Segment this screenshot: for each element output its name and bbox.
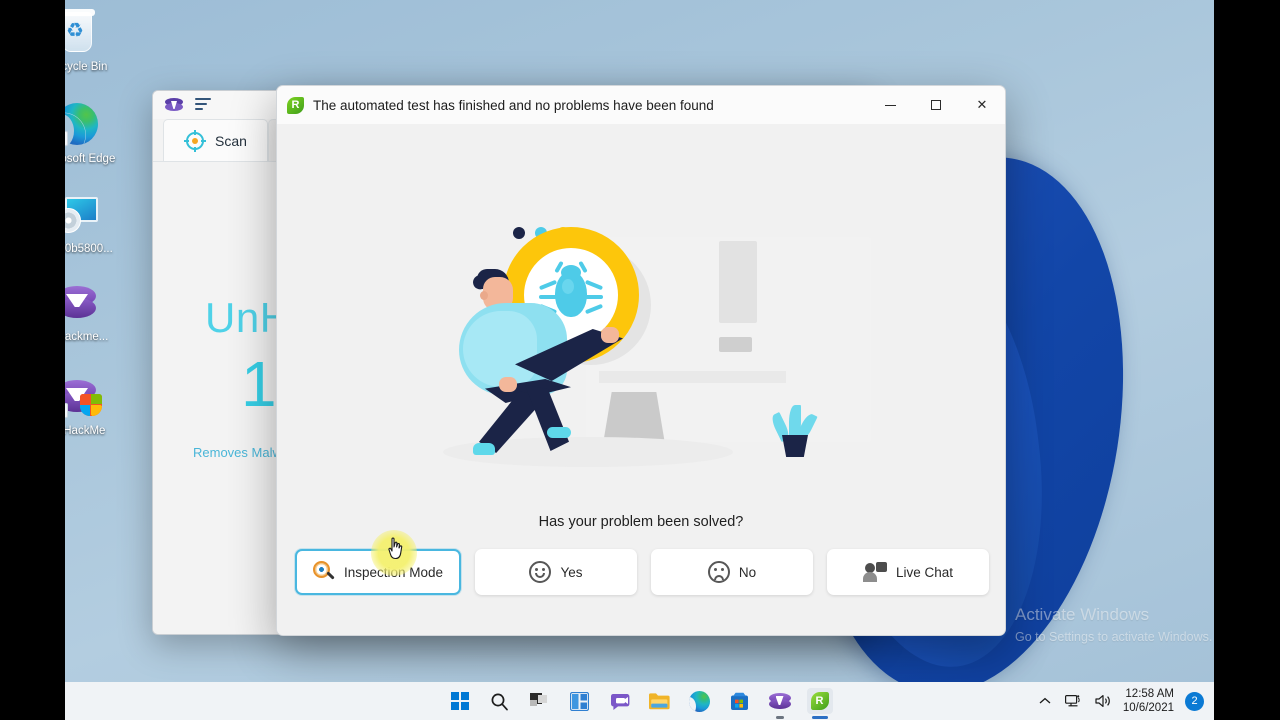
desktop-icon-label: UnHackMe [65, 425, 106, 437]
inspection-magnifier-icon [312, 561, 335, 583]
monitor-bar-short [719, 337, 752, 352]
activate-windows-watermark: Activate Windows Go to Settings to activ… [1015, 604, 1214, 648]
widgets-button[interactable] [567, 688, 593, 714]
edge-button[interactable] [687, 688, 713, 714]
desktop-icon-label: unhackme... [65, 331, 109, 343]
plant-illustration [769, 399, 819, 457]
task-view-button[interactable] [527, 688, 553, 714]
regrun-leaf-icon: R [287, 96, 304, 114]
dialog-title-bar[interactable]: R The automated test has finished and no… [277, 86, 1005, 124]
volume-icon[interactable] [1094, 692, 1112, 710]
watermark-subtitle: Go to Settings to activate Windows. [1015, 630, 1213, 644]
person-illustration [459, 267, 623, 467]
unhackme-installer-icon [65, 278, 101, 326]
desktop-icon-label: Recycle Bin [65, 61, 108, 73]
desktop-icon-label: Microsoft Edge [65, 153, 116, 165]
clock-date: 10/6/2021 [1122, 702, 1174, 714]
widgets-icon [570, 691, 589, 711]
live-chat-button[interactable]: Live Chat [827, 549, 989, 595]
unhackme-logo-icon [165, 98, 183, 112]
chat-button[interactable] [607, 688, 633, 714]
watermark-title: Activate Windows [1015, 605, 1150, 624]
tab-scan[interactable]: Scan [163, 119, 268, 161]
dialog-title-text: The automated test has finished and no p… [313, 97, 714, 113]
taskbar[interactable]: R 12:58 AM 10/6/2021 2 [65, 682, 1214, 720]
desktop-icon-recycle-bin[interactable]: ♻ Recycle Bin [65, 8, 120, 74]
system-tray: 12:58 AM 10/6/2021 2 [1036, 687, 1204, 715]
dialog-question: Has your problem been solved? [538, 514, 744, 530]
minimize-button[interactable] [867, 86, 913, 124]
desktop-icon-unhackme-installer[interactable]: unhackme... [65, 278, 120, 344]
monitor-base [599, 371, 786, 383]
yes-button-label: Yes [560, 564, 583, 580]
unhackme-shortcut-icon: ↗ [65, 372, 102, 420]
notification-badge[interactable]: 2 [1185, 691, 1204, 711]
no-button-label: No [738, 564, 757, 580]
clock-time: 12:58 AM [1125, 688, 1174, 700]
task-view-icon [529, 693, 547, 706]
unhackme-taskbar-button[interactable] [767, 688, 793, 719]
disc-image-icon [65, 190, 101, 238]
network-icon[interactable] [1065, 692, 1083, 710]
microsoft-edge-icon [689, 690, 710, 712]
maximize-button[interactable] [913, 86, 959, 124]
scan-target-icon [184, 129, 206, 152]
windows-logo-icon [450, 692, 469, 710]
desktop-icon-far30b5800[interactable]: Far30b5800... [65, 190, 120, 256]
file-explorer-button[interactable] [647, 688, 673, 714]
teams-chat-icon [610, 693, 629, 710]
unhackme-icon [768, 692, 791, 710]
taskbar-clock[interactable]: 12:58 AM 10/6/2021 [1123, 687, 1174, 715]
desktop-icon-microsoft-edge[interactable]: ↗ Microsoft Edge [65, 100, 120, 166]
no-button[interactable]: No [651, 549, 813, 595]
regrun-taskbar-button[interactable]: R [806, 688, 833, 719]
search-button[interactable] [487, 688, 513, 714]
desktop-icon-label: Far30b5800... [65, 243, 113, 255]
search-icon [491, 693, 508, 710]
monitor-bar-tall [719, 241, 757, 323]
tray-chevron-up-icon[interactable] [1036, 692, 1054, 710]
microsoft-edge-icon: ↗ [65, 100, 101, 148]
happy-face-icon [529, 561, 552, 583]
start-button[interactable] [447, 688, 473, 714]
mouse-cursor [386, 537, 406, 561]
hamburger-menu-icon[interactable] [195, 97, 211, 113]
close-button[interactable]: ✕ [959, 86, 1005, 124]
tab-scan-label: Scan [215, 132, 247, 149]
live-chat-label: Live Chat [895, 564, 954, 580]
sad-face-icon [707, 561, 730, 583]
screen: ♻ Recycle Bin ↗ Microsoft Edge Far30b580… [0, 0, 1280, 720]
desktop-icon-unhackme[interactable]: ↗ UnHackMe [65, 372, 120, 438]
yes-button[interactable]: Yes [475, 549, 637, 595]
regrun-leaf-icon: R [810, 692, 829, 710]
live-chat-icon [862, 562, 887, 582]
unhackme-tagline: Removes Malwa [193, 445, 290, 460]
recycle-bin-icon: ♻ [65, 8, 101, 56]
bug-scan-illustration [441, 209, 871, 489]
microsoft-store-icon [731, 692, 748, 710]
window-controls: ✕ [867, 86, 1005, 124]
folder-icon [649, 693, 670, 710]
store-button[interactable] [727, 688, 753, 714]
